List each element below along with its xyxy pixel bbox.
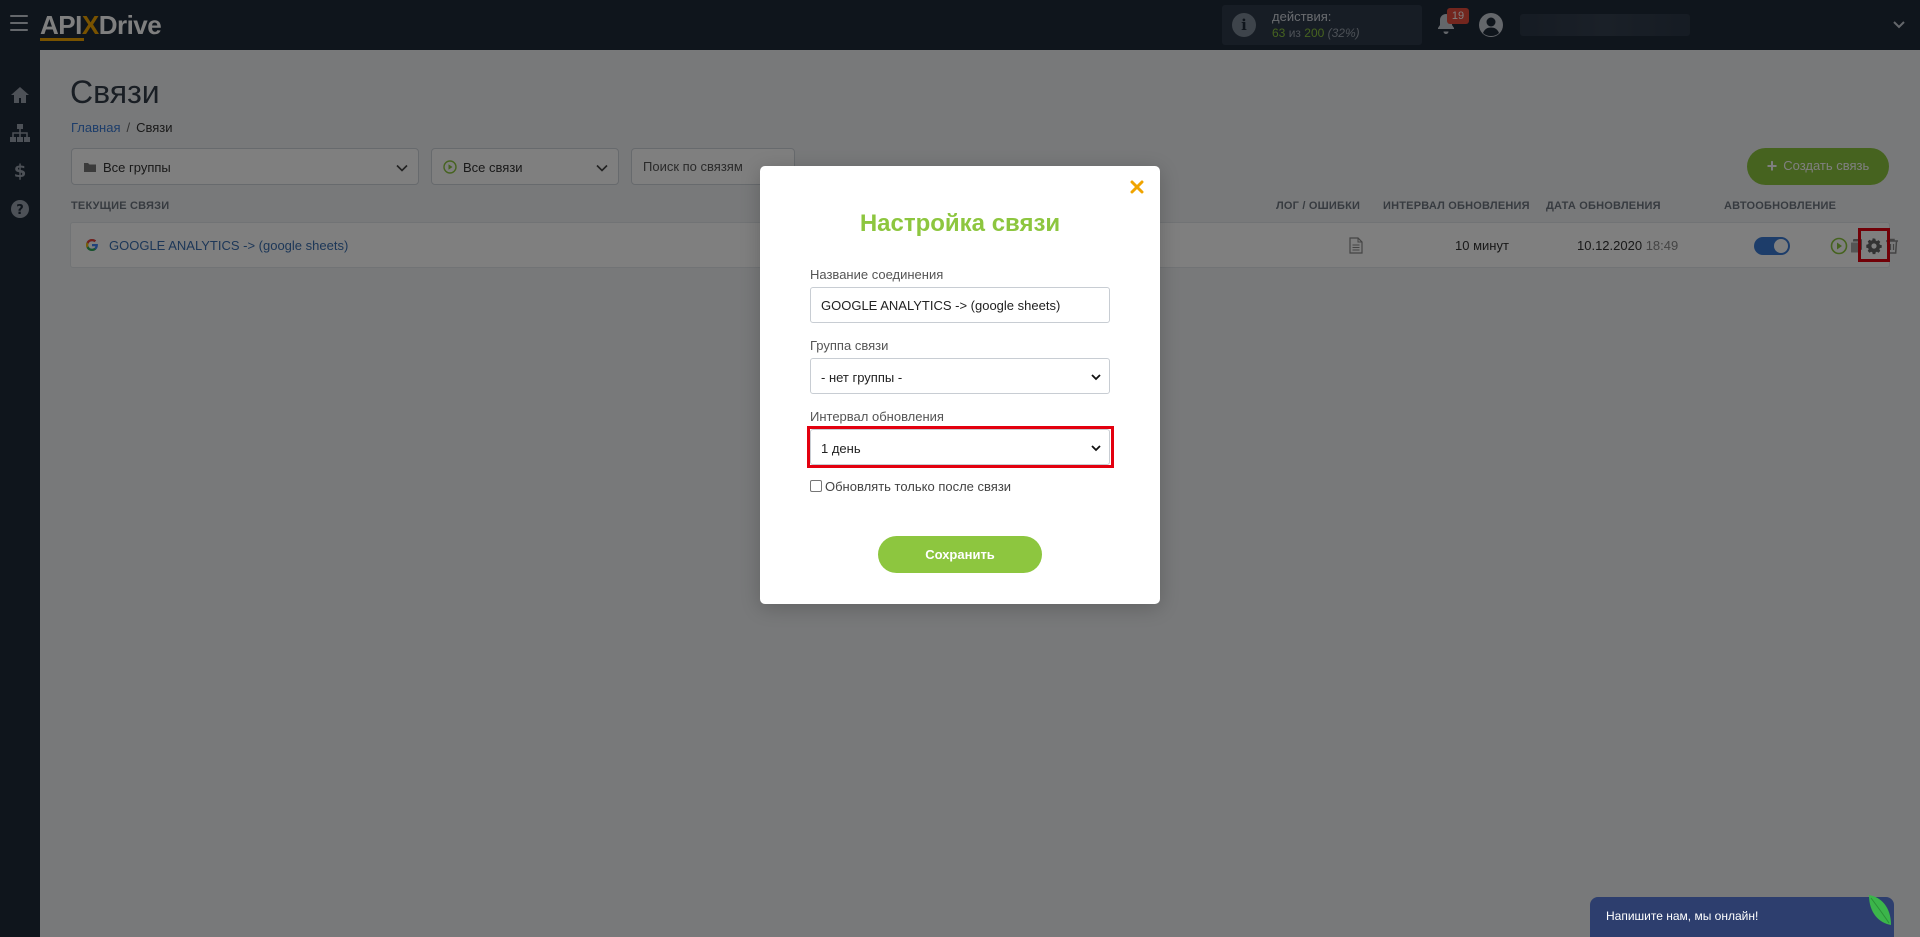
connection-settings-modal: Настройка связи Название соединения Груп… (760, 166, 1160, 604)
update-after-checkbox-row[interactable]: Обновлять только после связи (810, 479, 1011, 494)
close-icon[interactable] (1128, 178, 1146, 196)
chevron-down-icon (1091, 374, 1101, 381)
chat-text: Напишите нам, мы онлайн! (1606, 909, 1759, 923)
connection-name-input[interactable] (810, 287, 1110, 323)
update-after-checkbox-label: Обновлять только после связи (825, 479, 1012, 494)
connection-name-label: Название соединения (810, 267, 944, 282)
update-after-checkbox[interactable] (810, 480, 822, 492)
group-label: Группа связи (810, 338, 889, 353)
leaf-icon[interactable] (1865, 893, 1893, 929)
group-select-value: - нет группы - (821, 370, 903, 385)
modal-title: Настройка связи (859, 210, 1061, 237)
chat-widget[interactable]: Напишите нам, мы онлайн! (1590, 897, 1894, 937)
save-button[interactable]: Сохранить (878, 536, 1042, 573)
group-select[interactable]: - нет группы - (810, 358, 1110, 394)
interval-label: Интервал обновления (810, 409, 944, 424)
interval-highlight-box (807, 426, 1114, 468)
